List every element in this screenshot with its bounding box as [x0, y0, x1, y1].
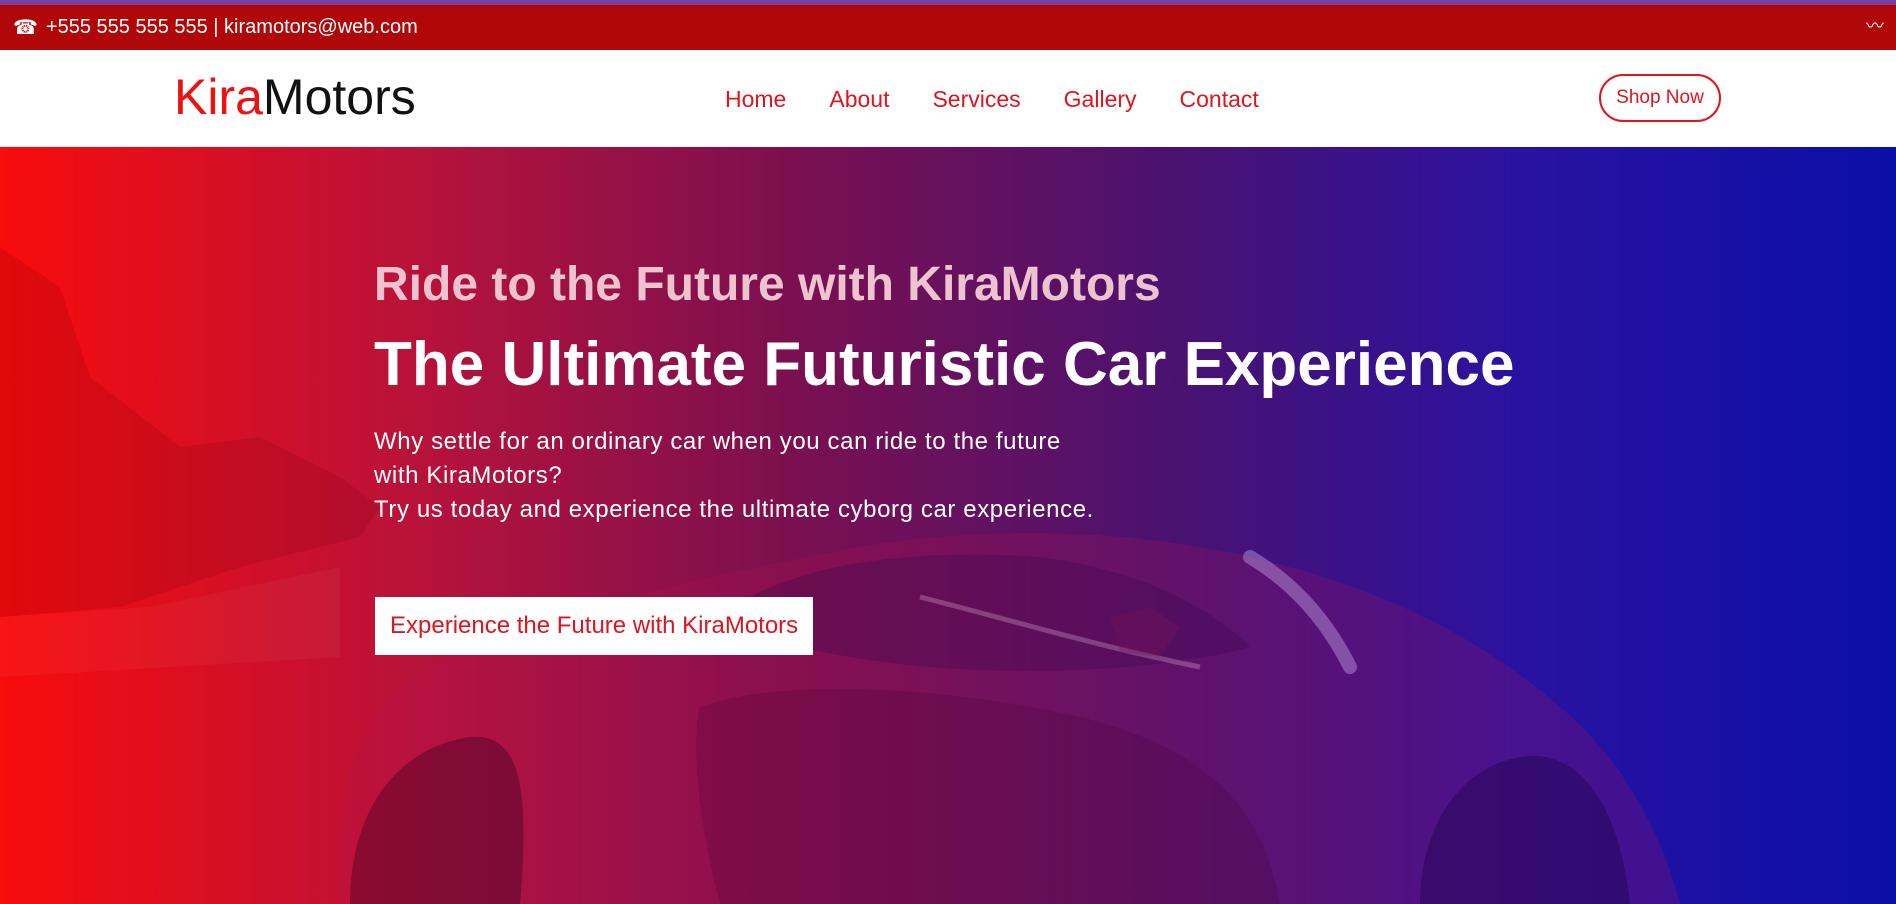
brand-logo[interactable]: KiraMotors	[174, 72, 416, 122]
nav-gallery-link[interactable]: Gallery	[1064, 86, 1137, 113]
nav-home-link[interactable]: Home	[725, 86, 786, 113]
logo-part-kira: Kira	[174, 69, 263, 125]
hero-subtitle: Ride to the Future with KiraMotors	[374, 258, 1161, 311]
hero-section: Ride to the Future with KiraMotors The U…	[0, 147, 1896, 904]
wave-icon[interactable]: 〰	[1866, 17, 1884, 35]
hero-description: Why settle for an ordinary car when you …	[374, 425, 1094, 527]
nav-about-link[interactable]: About	[829, 86, 889, 113]
shop-now-button[interactable]: Shop Now	[1599, 74, 1721, 122]
nav-menu: Home About Services Gallery Contact	[725, 86, 1302, 113]
contact-topbar: ☎ +555 555 555 555 | kiramotors@web.com …	[0, 5, 1896, 50]
contact-info: +555 555 555 555 | kiramotors@web.com	[45, 16, 418, 38]
phone-icon: ☎	[13, 16, 38, 39]
nav-services-link[interactable]: Services	[932, 86, 1020, 113]
hero-title: The Ultimate Futuristic Car Experience	[374, 330, 1515, 399]
experience-future-button[interactable]: Experience the Future with KiraMotors	[375, 597, 814, 655]
hero-description-line2: Try us today and experience the ultimate…	[374, 496, 1094, 523]
logo-part-motors: Motors	[262, 69, 416, 125]
nav-contact-link[interactable]: Contact	[1180, 86, 1259, 113]
hero-description-line1: Why settle for an ordinary car when you …	[374, 428, 1061, 489]
main-navbar: KiraMotors Home About Services Gallery C…	[0, 50, 1896, 147]
